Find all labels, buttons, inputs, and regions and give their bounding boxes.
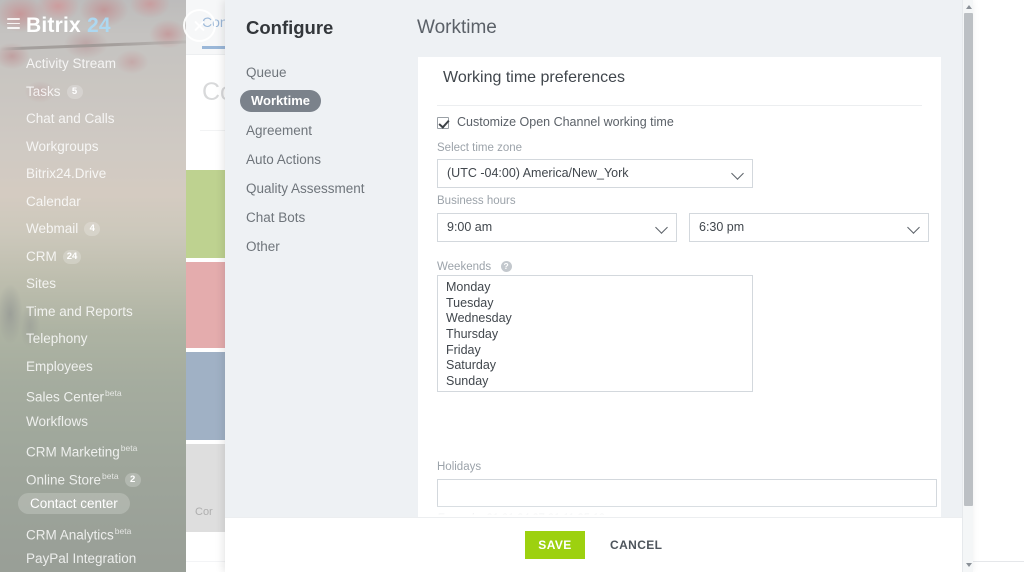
configure-nav-item-quality-assessment[interactable]: Quality Assessment (233, 174, 413, 203)
business-hours-from-value: 9:00 am (447, 220, 493, 234)
modal-sidebar: Configure Queue WorktimeWorktime Agreement… (225, 0, 415, 572)
configure-nav-item-agreement[interactable]: Agreement (233, 116, 413, 145)
modal-header: Worktime (415, 0, 973, 57)
app-root: ? 2 1 (0, 0, 1024, 572)
weekend-option[interactable]: Sunday (438, 374, 752, 390)
configure-title: Configure (246, 17, 334, 38)
holidays-input[interactable] (437, 479, 937, 507)
cancel-button[interactable]: CANCEL (610, 531, 662, 559)
business-hours-to-value: 6:30 pm (699, 220, 745, 234)
question-icon[interactable]: ? (500, 261, 512, 272)
card-rule (437, 105, 922, 106)
customize-working-time-row[interactable]: Customize Open Channel working time (437, 115, 922, 135)
weekend-option[interactable]: Tuesday (438, 296, 752, 312)
scroll-up-arrow-icon[interactable] (965, 5, 972, 9)
configure-nav-item-other[interactable]: Other (233, 232, 413, 261)
weekend-option[interactable]: Monday (438, 280, 752, 296)
weekends-listbox[interactable]: Monday Tuesday Wednesday Thursday Friday Satu… (437, 275, 753, 392)
weekends-field: Weekends ? Monday Tuesday Wednesday Thursda… (437, 257, 922, 392)
configure-nav-item-worktime[interactable]: WorktimeWorktime (233, 87, 413, 116)
modal-scrollbar[interactable] (962, 0, 973, 572)
configure-nav-label: Chat Bots (246, 210, 306, 225)
configure-nav-label: Queue (246, 65, 287, 80)
business-hours-to-select[interactable]: 6:30 pm (689, 213, 929, 242)
configure-nav-item-auto-actions[interactable]: Auto Actions (233, 145, 413, 174)
save-button[interactable]: SAVE (525, 531, 585, 559)
close-icon[interactable] (183, 9, 216, 42)
close-x-glyph (193, 19, 206, 32)
page-title: Worktime (417, 17, 497, 38)
card-title: Working time preferences (443, 69, 625, 86)
weekend-option[interactable]: Wednesday (438, 311, 752, 327)
scroll-down-arrow-icon[interactable] (965, 563, 972, 567)
weekend-option[interactable]: Saturday (438, 358, 752, 374)
customize-working-time-label: Customize Open Channel working time (457, 115, 674, 129)
timezone-select[interactable]: (UTC -04:00) America/New_York (437, 159, 753, 188)
weekend-option[interactable]: Friday (438, 343, 752, 359)
business-hours-field: Business hours 9:00 am 6:30 pm (437, 195, 929, 242)
weekend-option[interactable]: Thursday (438, 327, 752, 343)
modal-footer: SAVE CANCEL (225, 517, 973, 572)
timezone-value: (UTC -04:00) America/New_York (447, 166, 629, 180)
configure-nav-item-chat-bots[interactable]: Chat Bots (233, 203, 413, 232)
business-hours-from-select[interactable]: 9:00 am (437, 213, 677, 242)
worktime-card: Working time preferences Customize Open … (418, 57, 941, 572)
configure-nav: Queue WorktimeWorktime Agreement Auto Actio… (233, 58, 413, 261)
modal-scrollbar-thumb[interactable] (964, 13, 973, 506)
chevron-down-icon (907, 221, 920, 234)
weekends-label-row: Weekends ? (437, 257, 922, 273)
timezone-label: Select time zone (437, 142, 523, 154)
configure-nav-item-queue[interactable]: Queue (233, 58, 413, 87)
configure-nav-label: Agreement (246, 123, 313, 138)
customize-working-time-checkbox[interactable] (437, 117, 449, 129)
configure-nav-active-pill: Worktime (240, 90, 321, 112)
chevron-down-icon (731, 167, 744, 180)
business-hours-label: Business hours (437, 195, 516, 207)
timezone-field: Select time zone (UTC -04:00) America/Ne… (437, 142, 922, 188)
weekends-label: Weekends (437, 261, 492, 273)
configure-nav-label: Auto Actions (246, 152, 322, 167)
configure-modal: Configure QueueWorktimeWorktimeAgreement… (225, 0, 973, 572)
chevron-down-icon (655, 221, 668, 234)
configure-nav-label: Quality Assessment (246, 181, 365, 196)
holidays-label: Holidays (437, 461, 482, 473)
configure-nav-label: Other (246, 239, 280, 254)
holidays-field: Holidays Example: 01.01,04.07,01.11,25.1… (437, 461, 937, 524)
